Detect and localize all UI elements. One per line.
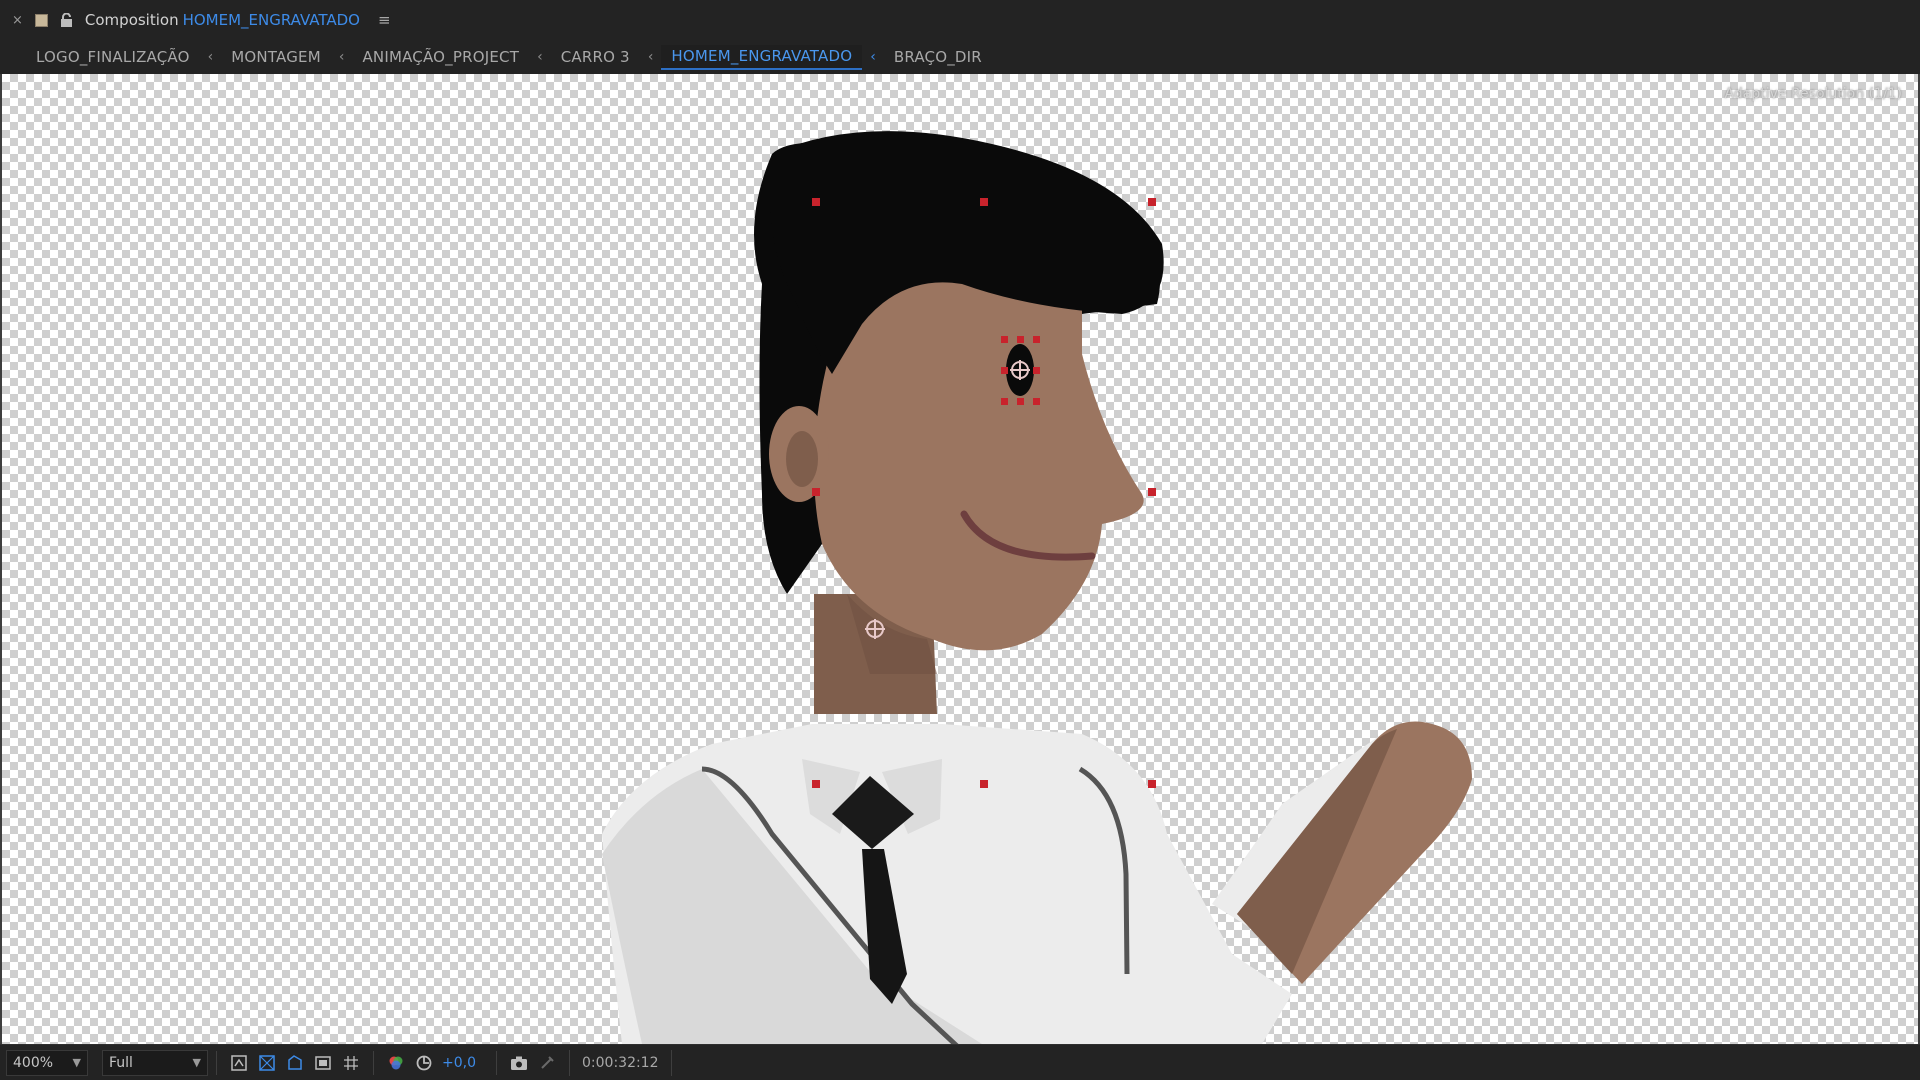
toolbar-divider: [216, 1050, 217, 1075]
mask-visibility-icon[interactable]: [284, 1052, 306, 1074]
camera-snapshot-icon[interactable]: [508, 1052, 530, 1074]
close-tab-icon[interactable]: ×: [12, 13, 23, 28]
handle-top-center: [980, 198, 988, 206]
composition-viewer[interactable]: Adaptive Resolution (1/1): [0, 74, 1920, 1044]
panel-label: Composition: [84, 11, 179, 29]
breadcrumb-item-montagem[interactable]: MONTAGEM: [231, 48, 321, 66]
handle-bottom-left: [812, 780, 820, 788]
breadcrumb-item-animacao-project[interactable]: ANIMAÇÃO_PROJECT: [362, 48, 519, 66]
channels-icon[interactable]: [385, 1052, 407, 1074]
resolution-dropdown[interactable]: Full ▼: [102, 1049, 208, 1076]
composition-breadcrumb: LOGO_FINALIZAÇÃO ‹ MONTAGEM ‹ ANIMAÇÃO_P…: [0, 40, 1920, 74]
toolbar-divider: [373, 1050, 374, 1075]
chevron-left-icon: ‹: [207, 49, 214, 65]
label-color-swatch[interactable]: [34, 13, 48, 27]
handle-top-right: [1148, 198, 1156, 206]
magnification-value: 400%: [13, 1054, 54, 1071]
lock-icon[interactable]: [60, 13, 73, 27]
panel-header: × Composition HOMEM_ENGRAVATADO ≡: [0, 0, 1920, 40]
transparency-grid-icon[interactable]: [256, 1052, 278, 1074]
handle-top-left: [812, 198, 820, 206]
panel-menu-icon[interactable]: ≡: [378, 11, 391, 29]
chevron-down-icon: ▼: [192, 1056, 201, 1069]
current-time-display[interactable]: 0:00:32:12: [569, 1049, 672, 1076]
chevron-left-icon: ‹: [338, 49, 345, 65]
chevron-left-icon: ‹: [537, 49, 543, 65]
chevron-left-icon: ‹: [870, 49, 876, 65]
exposure-value[interactable]: +0,0: [442, 1055, 476, 1071]
breadcrumb-item-braco-dir[interactable]: BRAÇO_DIR: [894, 48, 982, 66]
resolution-value: Full: [109, 1054, 133, 1071]
region-of-interest-icon[interactable]: [312, 1052, 334, 1074]
breadcrumb-item-logo-finalizacao[interactable]: LOGO_FINALIZAÇÃO: [36, 48, 190, 66]
handle-middle-left: [812, 488, 820, 496]
handle-bottom-center: [980, 780, 988, 788]
ear-inner: [786, 431, 818, 487]
grid-guides-icon[interactable]: [340, 1052, 362, 1074]
toolbar-divider: [496, 1050, 497, 1075]
breadcrumb-item-homem-engravatado[interactable]: HOMEM_ENGRAVATADO: [661, 44, 863, 70]
breadcrumb-item-carro-3[interactable]: CARRO 3: [561, 48, 630, 66]
composition-name[interactable]: HOMEM_ENGRAVATADO: [183, 11, 360, 29]
show-snapshot-icon[interactable]: [536, 1052, 558, 1074]
handle-bottom-right: [1148, 780, 1156, 788]
adaptive-resolution-indicator: Adaptive Resolution (1/1): [1724, 86, 1902, 102]
chevron-down-icon: ▼: [72, 1056, 81, 1069]
reset-exposure-icon[interactable]: [413, 1052, 435, 1074]
viewer-toolbar: 400% ▼ Full ▼ +0,0 0:00:32:12: [0, 1044, 1920, 1080]
magnification-dropdown[interactable]: 400% ▼: [6, 1049, 88, 1076]
handle-middle-right: [1148, 488, 1156, 496]
fast-previews-icon[interactable]: [228, 1052, 250, 1074]
character-artwork[interactable]: [2, 74, 1918, 1044]
chevron-left-icon: ‹: [647, 49, 654, 65]
